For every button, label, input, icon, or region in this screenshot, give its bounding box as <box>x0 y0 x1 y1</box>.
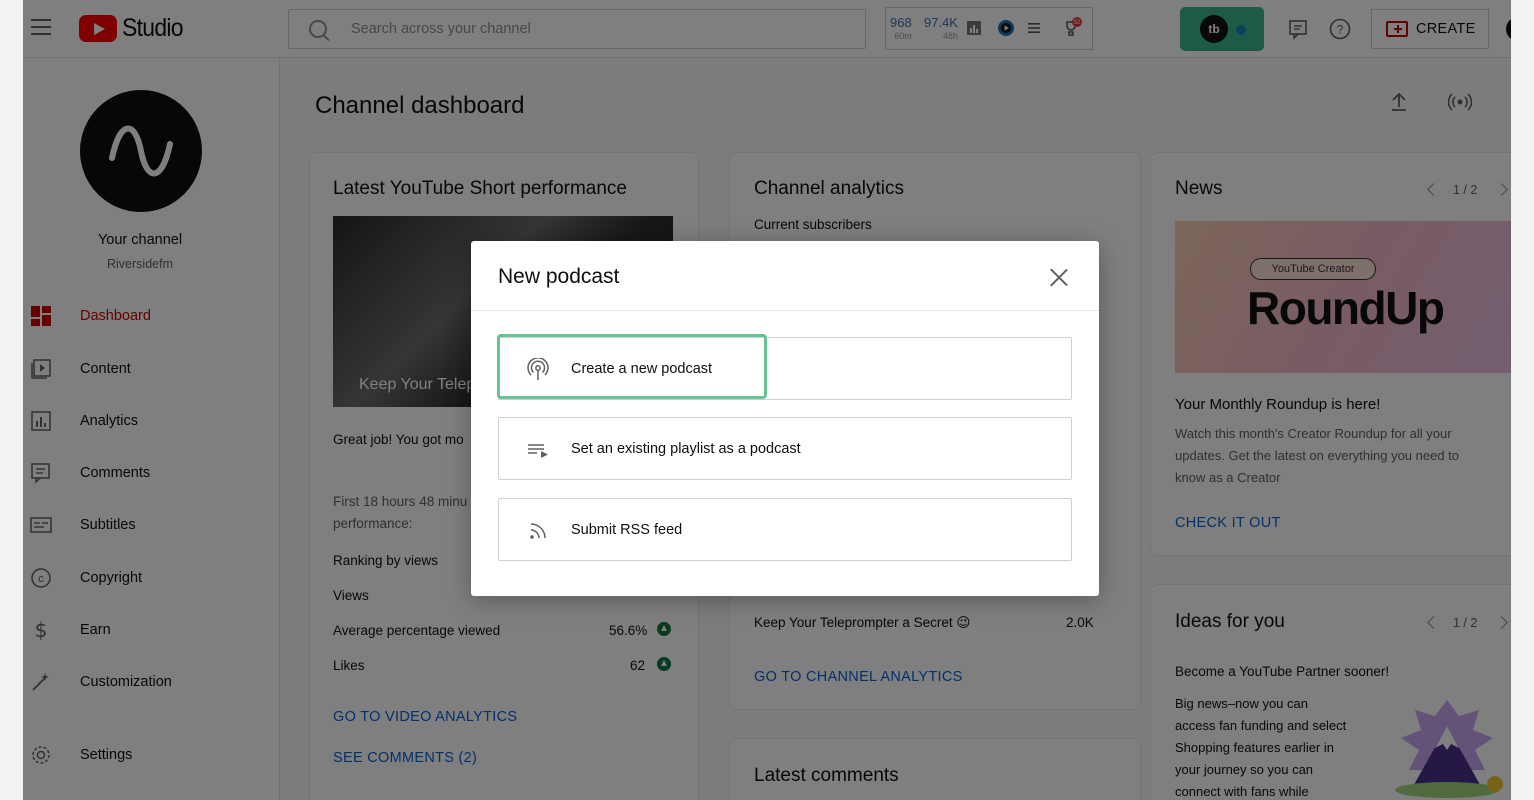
submit-rss-feed-option[interactable]: Submit RSS feed <box>498 498 1072 561</box>
dialog-title: New podcast <box>498 265 620 288</box>
rss-icon <box>530 523 546 539</box>
existing-playlist-option[interactable]: Set an existing playlist as a podcast <box>498 417 1072 480</box>
option-highlight-outline <box>497 334 767 399</box>
studio-window: Studio Search across your channel 968 60… <box>23 0 1511 800</box>
new-podcast-dialog: New podcast Create a new podcast Set an … <box>471 241 1099 596</box>
playlist-icon <box>528 444 548 458</box>
close-icon[interactable] <box>1049 267 1069 287</box>
dialog-divider <box>471 310 1099 311</box>
